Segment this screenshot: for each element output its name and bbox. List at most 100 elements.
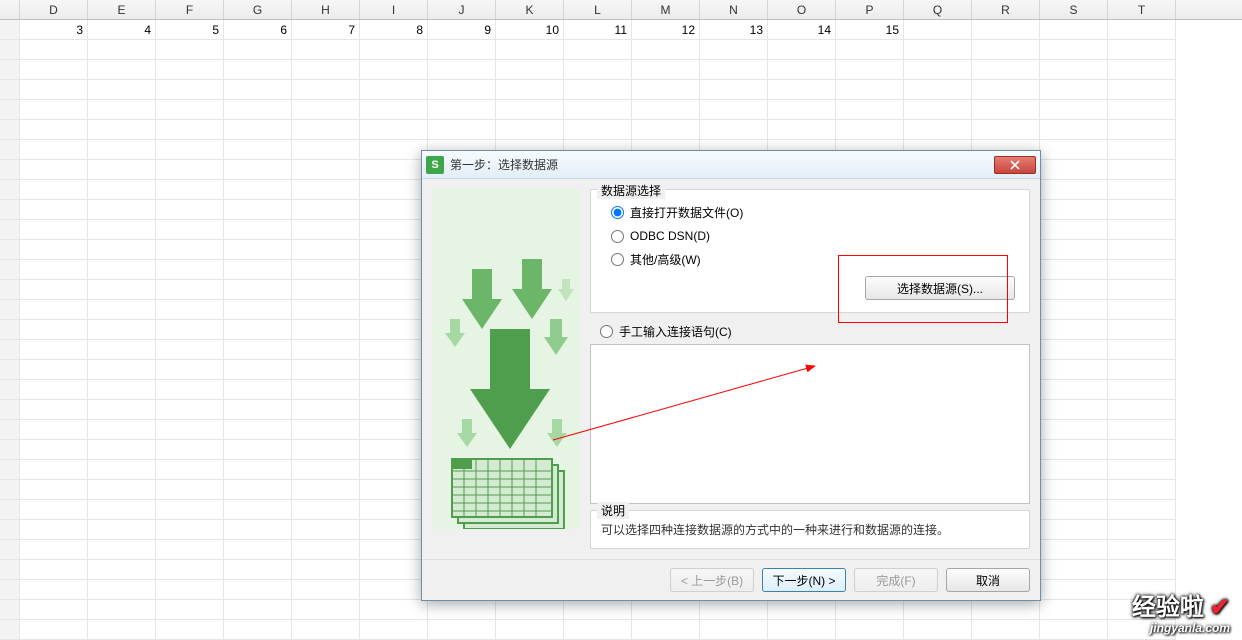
cell[interactable] (1108, 40, 1176, 60)
cell[interactable] (972, 100, 1040, 120)
cell[interactable] (972, 600, 1040, 620)
cell[interactable] (156, 500, 224, 520)
cell[interactable] (88, 600, 156, 620)
cell[interactable] (564, 60, 632, 80)
cell[interactable] (496, 60, 564, 80)
cell[interactable] (360, 240, 428, 260)
cell[interactable] (20, 500, 88, 520)
column-header[interactable]: S (1040, 0, 1108, 19)
cell[interactable] (428, 620, 496, 640)
cell[interactable] (360, 560, 428, 580)
radio-manual-conn-input[interactable] (600, 325, 613, 338)
cell[interactable] (904, 60, 972, 80)
cell[interactable] (20, 360, 88, 380)
cell[interactable] (700, 120, 768, 140)
cell[interactable] (88, 200, 156, 220)
column-header[interactable]: T (1108, 0, 1176, 19)
connection-string-textarea[interactable] (590, 344, 1030, 504)
cell[interactable] (156, 340, 224, 360)
cell[interactable] (88, 340, 156, 360)
cell[interactable] (1040, 180, 1108, 200)
cell[interactable] (836, 600, 904, 620)
cell[interactable] (360, 520, 428, 540)
cell[interactable] (360, 140, 428, 160)
finish-button[interactable]: 完成(F) (854, 568, 938, 592)
cell[interactable] (224, 220, 292, 240)
cell[interactable]: 10 (496, 20, 564, 40)
cell[interactable] (496, 80, 564, 100)
cell[interactable] (360, 420, 428, 440)
cell[interactable] (224, 440, 292, 460)
cell[interactable] (88, 300, 156, 320)
cell[interactable] (88, 400, 156, 420)
cell[interactable] (88, 440, 156, 460)
cell[interactable] (88, 560, 156, 580)
cell[interactable] (1108, 380, 1176, 400)
cell[interactable]: 14 (768, 20, 836, 40)
cell[interactable] (1040, 540, 1108, 560)
cell[interactable] (292, 500, 360, 520)
cell[interactable] (1040, 420, 1108, 440)
cell[interactable] (156, 120, 224, 140)
next-button[interactable]: 下一步(N) > (762, 568, 846, 592)
cell[interactable] (1108, 440, 1176, 460)
cell[interactable] (20, 140, 88, 160)
cell[interactable] (904, 120, 972, 140)
cell[interactable] (360, 540, 428, 560)
cell[interactable] (88, 460, 156, 480)
cell[interactable] (1040, 100, 1108, 120)
cell[interactable] (1108, 560, 1176, 580)
cell[interactable] (224, 40, 292, 60)
cell[interactable] (360, 380, 428, 400)
cell[interactable] (156, 620, 224, 640)
cell[interactable] (768, 100, 836, 120)
cell[interactable] (156, 540, 224, 560)
cell[interactable] (156, 420, 224, 440)
cell[interactable] (1040, 600, 1108, 620)
cell[interactable] (1108, 240, 1176, 260)
cell[interactable] (360, 300, 428, 320)
cell[interactable] (156, 400, 224, 420)
cell[interactable] (20, 540, 88, 560)
cell[interactable] (20, 160, 88, 180)
cell[interactable] (1040, 480, 1108, 500)
cell[interactable]: 12 (632, 20, 700, 40)
cell[interactable] (292, 180, 360, 200)
cell[interactable] (360, 360, 428, 380)
cell[interactable] (496, 120, 564, 140)
cell[interactable] (88, 140, 156, 160)
cell[interactable] (1040, 80, 1108, 100)
cell[interactable] (1040, 440, 1108, 460)
cell[interactable] (224, 620, 292, 640)
cell[interactable] (224, 200, 292, 220)
cell[interactable] (904, 40, 972, 60)
cell[interactable] (564, 120, 632, 140)
cell[interactable] (496, 40, 564, 60)
cell[interactable] (360, 620, 428, 640)
cell[interactable]: 7 (292, 20, 360, 40)
cell[interactable] (292, 120, 360, 140)
cell[interactable] (224, 140, 292, 160)
cell[interactable]: 15 (836, 20, 904, 40)
cell[interactable] (1040, 560, 1108, 580)
cell[interactable] (1108, 20, 1176, 40)
cell[interactable] (292, 240, 360, 260)
cell[interactable] (632, 100, 700, 120)
cell[interactable] (1108, 400, 1176, 420)
cell[interactable] (564, 80, 632, 100)
cell[interactable] (632, 600, 700, 620)
cell[interactable]: 9 (428, 20, 496, 40)
cell[interactable] (632, 120, 700, 140)
cell[interactable] (360, 340, 428, 360)
cell[interactable] (20, 200, 88, 220)
cell[interactable] (836, 40, 904, 60)
cell[interactable] (1040, 300, 1108, 320)
cell[interactable]: 8 (360, 20, 428, 40)
column-header[interactable]: J (428, 0, 496, 19)
cell[interactable] (224, 420, 292, 440)
cell[interactable] (292, 340, 360, 360)
select-source-button[interactable]: 选择数据源(S)... (865, 276, 1015, 300)
cell[interactable] (156, 560, 224, 580)
cell[interactable] (20, 420, 88, 440)
cell[interactable] (1040, 520, 1108, 540)
